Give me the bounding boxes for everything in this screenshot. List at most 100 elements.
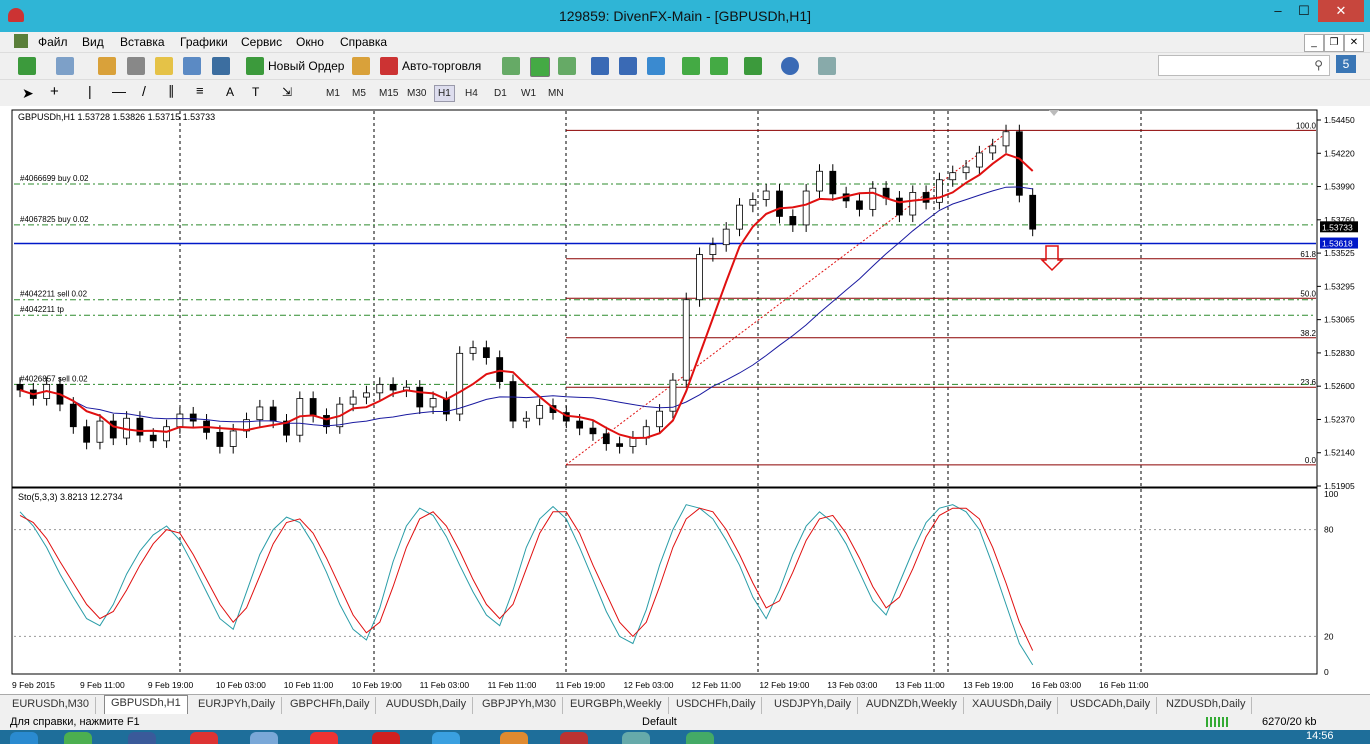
chart-menu-icon[interactable] — [14, 34, 28, 48]
candlestick-icon[interactable] — [530, 57, 550, 77]
tab-audusdh-daily[interactable]: AUDUSDh,Daily — [380, 697, 474, 715]
crosshair-icon[interactable]: + — [50, 83, 59, 100]
community-icon[interactable]: 5 — [1336, 55, 1356, 73]
cursor-icon[interactable]: ➤ — [22, 85, 34, 102]
vertical-line-icon[interactable]: | — [88, 83, 92, 99]
menu-file[interactable]: Файл — [38, 35, 68, 49]
price-chart[interactable]: 100.0 61.8 50.0 38.2 23.6 0.0 #4066699 buy 0.… — [10, 108, 1360, 690]
tab-gbpchfh-daily[interactable]: GBPCHFh,Daily — [284, 697, 377, 715]
new-chart-icon[interactable] — [18, 57, 36, 75]
tab-eurusdh-m30[interactable]: EURUSDh,M30 — [6, 697, 97, 715]
taskbar-app-5-icon[interactable] — [310, 732, 338, 744]
candle-body — [962, 166, 970, 174]
order-label: #4066699 buy 0.02 — [20, 174, 89, 183]
candle-body — [975, 152, 983, 168]
tf-mn[interactable]: MN — [548, 88, 564, 99]
bar-chart-icon[interactable] — [502, 57, 520, 75]
close-button[interactable]: ✕ — [1318, 0, 1364, 22]
horizontal-line-icon[interactable]: — — [112, 83, 126, 99]
trendline-icon[interactable]: / — [142, 83, 146, 99]
menu-help[interactable]: Справка — [340, 35, 387, 49]
tf-m15[interactable]: M15 — [379, 88, 398, 99]
tf-d1[interactable]: D1 — [494, 88, 507, 99]
taskbar-app-7-icon[interactable] — [432, 732, 460, 744]
tf-m30[interactable]: M30 — [407, 88, 426, 99]
tab-gbpjpyh-m30[interactable]: GBPJPYh,M30 — [476, 697, 563, 715]
meta-editor-icon[interactable] — [352, 57, 370, 75]
channel-icon[interactable]: ∥ — [168, 83, 175, 99]
candle-body — [522, 417, 530, 422]
zoom-in-icon[interactable] — [591, 57, 609, 75]
mdi-close-icon[interactable]: ✕ — [1344, 34, 1364, 52]
candle-body — [576, 420, 584, 429]
new-order-button[interactable]: Новый Ордер — [268, 59, 344, 73]
auto-trading-button[interactable]: Авто-торговля — [402, 59, 481, 73]
menu-charts[interactable]: Графики — [180, 35, 228, 49]
market-watch-icon[interactable] — [98, 57, 116, 75]
tab-audnzdh-weekly[interactable]: AUDNZDh,Weekly — [860, 697, 964, 715]
tab-eurjpyh-daily[interactable]: EURJPYh,Daily — [192, 697, 283, 715]
tab-xauusdh-daily[interactable]: XAUUSDh,Daily — [966, 697, 1059, 715]
candle-body — [96, 420, 104, 443]
search-input[interactable]: ⚲ — [1158, 55, 1330, 76]
mdi-minimize-icon[interactable]: _ — [1304, 34, 1324, 52]
start-icon[interactable] — [10, 732, 38, 744]
auto-trading-icon[interactable] — [380, 57, 398, 75]
tab-usdchfh-daily[interactable]: USDCHFh,Daily — [670, 697, 763, 715]
tf-h1[interactable]: H1 — [434, 85, 455, 102]
chart-window[interactable]: 100.0 61.8 50.0 38.2 23.6 0.0 #4066699 buy 0.… — [10, 108, 1360, 690]
fibonacci-icon[interactable]: ≡ — [196, 83, 204, 98]
data-window-icon[interactable] — [155, 57, 173, 75]
menu-insert[interactable]: Вставка — [120, 35, 165, 49]
navigator-icon[interactable] — [127, 57, 145, 75]
autoscroll-icon[interactable] — [710, 57, 728, 75]
tab-eurgbph-weekly[interactable]: EURGBPh,Weekly — [564, 697, 669, 715]
candle-body — [163, 426, 170, 442]
minimize-button[interactable]: – — [1266, 0, 1290, 22]
line-chart-icon[interactable] — [558, 57, 576, 75]
taskbar-app-9-icon[interactable] — [560, 732, 588, 744]
taskbar-app-8-icon[interactable] — [500, 732, 528, 744]
tab-usdcadh-daily[interactable]: USDCADh,Daily — [1064, 697, 1158, 715]
candle-body — [429, 398, 437, 408]
arrows-icon[interactable]: ⇲ — [282, 85, 292, 99]
menu-view[interactable]: Вид — [82, 35, 104, 49]
menu-window[interactable]: Окно — [296, 35, 324, 49]
profiles-icon[interactable] — [56, 57, 74, 75]
new-order-icon[interactable] — [246, 57, 264, 75]
taskbar-app-3-icon[interactable] — [190, 732, 218, 744]
text-label-icon[interactable]: T — [252, 85, 259, 99]
tf-m5[interactable]: M5 — [352, 88, 366, 99]
tf-m1[interactable]: M1 — [326, 88, 340, 99]
candle-body — [229, 430, 237, 447]
taskbar-app-2-icon[interactable] — [128, 732, 156, 744]
terminal-icon[interactable] — [183, 57, 201, 75]
text-icon[interactable]: A — [226, 85, 234, 99]
indicators-icon[interactable] — [744, 57, 762, 75]
periods-icon[interactable] — [781, 57, 799, 75]
zoom-out-icon[interactable] — [619, 57, 637, 75]
tile-windows-icon[interactable] — [647, 57, 665, 75]
tf-h4[interactable]: H4 — [465, 88, 478, 99]
templates-icon[interactable] — [818, 57, 836, 75]
tab-usdjpyh-daily[interactable]: USDJPYh,Daily — [768, 697, 859, 715]
taskbar-app-4-icon[interactable] — [250, 732, 278, 744]
taskbar-app-1-icon[interactable] — [64, 732, 92, 744]
tf-w1[interactable]: W1 — [521, 88, 536, 99]
taskbar-app-11-icon[interactable] — [686, 732, 714, 744]
candle-body — [176, 413, 184, 428]
mdi-restore-icon[interactable]: ❐ — [1324, 34, 1344, 52]
order-label: #4042211 sell 0.02 — [20, 290, 88, 299]
taskbar-app-6-icon[interactable] — [372, 732, 400, 744]
price-tick-label: 1.52600 — [1324, 381, 1355, 391]
candle-body — [629, 437, 637, 447]
maximize-button[interactable]: ☐ — [1292, 0, 1316, 22]
menu-tools[interactable]: Сервис — [241, 35, 282, 49]
chart-shift-icon[interactable] — [682, 57, 700, 75]
tab-nzdusdh-daily[interactable]: NZDUSDh,Daily — [1160, 697, 1253, 715]
taskbar-app-10-icon[interactable] — [622, 732, 650, 744]
tester-icon[interactable] — [212, 57, 230, 75]
time-tick-label: 9 Feb 2015 — [12, 680, 55, 690]
candle-body — [762, 190, 770, 200]
tab-gbpusdh-h1[interactable]: GBPUSDh,H1 — [104, 695, 188, 714]
